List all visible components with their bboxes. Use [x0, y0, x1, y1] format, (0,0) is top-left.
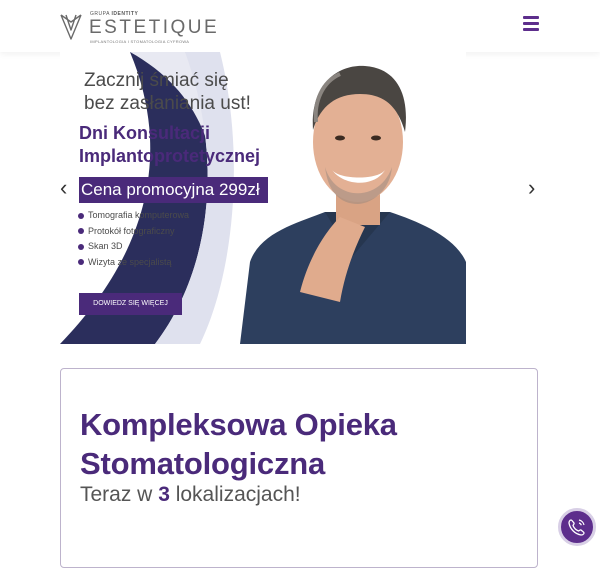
hero-title-line1: Dni Konsultacji: [79, 123, 211, 143]
hero-bullet-list: Tomografia komputerowa Protokół fotograf…: [78, 208, 189, 270]
bullet-icon: [78, 243, 84, 250]
site-header: GRUPA IDENTITY ESTETIQUE IMPLANTOLOGIA I…: [0, 0, 600, 52]
list-item: Wizyta ze specjalistą: [78, 255, 189, 271]
locations-card: Kompleksowa Opieka Stomatologiczna Teraz…: [60, 368, 538, 568]
slider-prev-arrow-icon[interactable]: ‹: [60, 177, 67, 199]
slider-next-arrow-icon[interactable]: ›: [528, 177, 535, 199]
phone-icon: [568, 519, 585, 536]
list-item: Skan 3D: [78, 239, 189, 255]
card-title-line2: Stomatologiczna: [80, 446, 326, 481]
list-item: Protokół fotograficzny: [78, 224, 189, 240]
logo-name: ESTETIQUE: [89, 17, 220, 38]
list-item: Tomografia komputerowa: [78, 208, 189, 224]
logo-tagline: IMPLANTOLOGIA I STOMATOLOGIA CYFROWA: [90, 39, 190, 44]
estetique-logo[interactable]: GRUPA IDENTITY ESTETIQUE IMPLANTOLOGIA I…: [58, 10, 217, 46]
card-title-line1: Kompleksowa Opieka: [80, 407, 397, 442]
promo-price-badge: Cena promocyjna 299zł: [79, 177, 268, 203]
hero-slider: Zacznij śmiać się bez zasłaniania ust! D…: [60, 52, 466, 344]
hamburger-menu-icon[interactable]: [523, 16, 539, 34]
card-subtitle: Teraz w 3 lokalizacjach!: [80, 483, 301, 506]
bullet-icon: [78, 228, 84, 234]
tooth-logo-icon: [60, 14, 82, 40]
locations-count: 3: [158, 483, 170, 506]
hero-headline-line1: Zacznij śmiać się: [84, 70, 229, 91]
bullet-icon: [78, 259, 84, 265]
hero-headline-line2: bez zasłaniania ust!: [84, 93, 251, 114]
learn-more-button[interactable]: DOWIEDZ SIĘ WIĘCEJ: [79, 293, 182, 315]
call-button[interactable]: [558, 508, 596, 546]
hero-title-line2: Implantoprotetycznej: [79, 146, 261, 166]
bullet-icon: [78, 212, 84, 219]
smiling-man-photo: [240, 65, 466, 344]
